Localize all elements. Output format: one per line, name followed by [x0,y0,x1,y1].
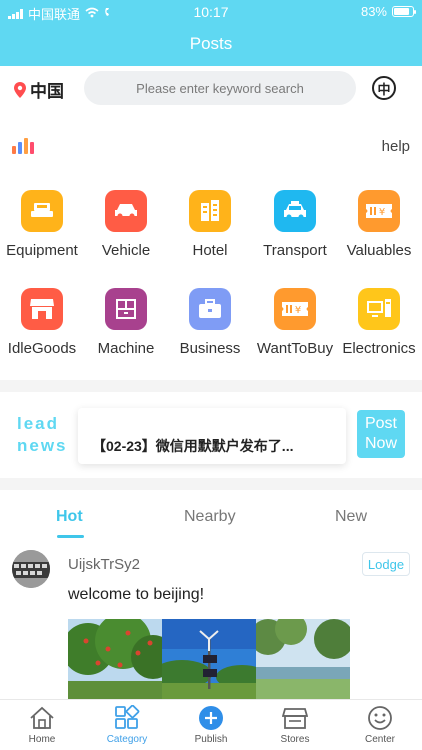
battery-percent: 83% [360,4,387,19]
lead-news-label: lead news [17,413,68,457]
cabinet-icon [105,288,147,330]
post-now-line-1: Post [364,415,397,432]
help-link[interactable]: help [382,138,410,155]
search-input[interactable]: Please enter keyword search [84,71,356,105]
chart-bar [24,138,28,154]
category-label: Equipment [6,242,78,259]
category-vehicle[interactable]: Vehicle [84,190,168,259]
battery-icon [392,6,416,17]
category-label: Hotel [192,242,228,259]
section-divider [0,380,422,392]
nav-publish[interactable]: Publish [176,704,246,745]
language-toggle-button[interactable]: 中 [372,76,396,100]
avatar[interactable] [12,550,50,588]
feed-tabs: Hot Nearby New [0,502,422,538]
nav-label: Publish [194,734,228,745]
category-label: Electronics [342,340,416,357]
nav-label: Category [106,734,148,745]
location-pin-icon [14,81,26,98]
svg-text:¥: ¥ [295,305,301,316]
post-photo-tree[interactable] [68,619,162,701]
svg-text:¥: ¥ [379,207,385,218]
category-grid: Equipment Vehicle Hotel Transport ¥ Valuables… [0,186,422,366]
ticket-icon: ¥ [274,288,316,330]
computer-icon [358,288,400,330]
category-transport[interactable]: Transport [253,190,337,259]
nav-home[interactable]: Home [7,704,77,745]
post-photo-windmill[interactable] [162,619,256,701]
category-label: Machine [97,340,155,357]
news-headline[interactable]: 【02-23】微信用默默户发布了... [78,408,346,464]
chart-bar [12,146,16,154]
lead-news-line-2: news [17,436,68,455]
top-bar: 中国联通 10:17 83% Posts [0,0,422,66]
search-row: 中国 Please enter keyword search 中 [0,66,422,110]
nav-label: Home [28,734,56,745]
category-label: WantToBuy [256,340,334,357]
category-business[interactable]: Business [168,288,252,357]
category-idlegoods[interactable]: IdleGoods [0,288,84,357]
category-hotel[interactable]: Hotel [168,190,252,259]
bottom-nav: Home Category Publish Stores Center [0,699,422,750]
category-label: Vehicle [101,242,151,259]
home-icon [28,704,56,732]
location-label: 中国 [30,82,64,101]
screen: 中国联通 10:17 83% Posts 中国 Please enter key… [0,0,422,750]
taxi-icon [274,190,316,232]
equipment-icon [21,190,63,232]
page-title: Posts [189,34,233,53]
tab-hot[interactable]: Hot [56,508,83,526]
category-label: Business [179,340,241,357]
post-username[interactable]: UijskTrSy2 [68,556,140,573]
category-electronics[interactable]: Electronics [337,288,421,357]
post-now-line-2: Now [364,435,397,452]
store-icon [281,704,309,732]
tool-row: help [0,132,422,162]
nav-label: Stores [280,734,310,745]
category-icon [113,704,141,732]
hotel-icon [189,190,231,232]
shop-icon [21,288,63,330]
post-photos [68,619,351,701]
category-valuables[interactable]: ¥ Valuables [337,190,421,259]
active-tab-indicator [57,535,84,538]
plus-icon [197,704,225,732]
category-machine[interactable]: Machine [84,288,168,357]
lead-news-bar: lead news 【02-23】微信用默默户发布了... Post Now [0,396,422,478]
briefcase-icon [189,288,231,330]
location-selector[interactable]: 中国 [14,77,64,102]
car-icon [105,190,147,232]
nav-label: Center [364,734,395,745]
chart-bar [30,142,34,154]
category-label: IdleGoods [7,340,77,357]
chart-icon[interactable] [12,138,34,154]
nav-category[interactable]: Category [92,704,162,745]
nav-center[interactable]: Center [345,704,415,745]
lead-news-line-1: lead [17,414,60,433]
category-wanttobuy[interactable]: ¥ WantToBuy [253,288,337,357]
category-label: Valuables [346,242,412,259]
clock: 10:17 [193,4,229,20]
category-equipment[interactable]: Equipment [0,190,84,259]
post-photo-lake[interactable] [256,619,350,701]
nav-stores[interactable]: Stores [260,704,330,745]
category-label: Transport [263,242,327,259]
smile-icon [366,704,394,732]
post-now-button[interactable]: Post Now [357,410,405,458]
status-bar: 中国联通 10:17 83% [0,0,422,22]
chart-bar [18,142,22,154]
post-card[interactable]: UijskTrSy2 Lodge welcome to beijing! [0,546,422,701]
ticket-icon: ¥ [358,190,400,232]
post-category-badge[interactable]: Lodge [362,552,410,576]
section-divider [0,478,422,490]
tab-new[interactable]: New [335,508,367,526]
post-text: welcome to beijing! [68,586,205,603]
tab-nearby[interactable]: Nearby [184,508,236,526]
